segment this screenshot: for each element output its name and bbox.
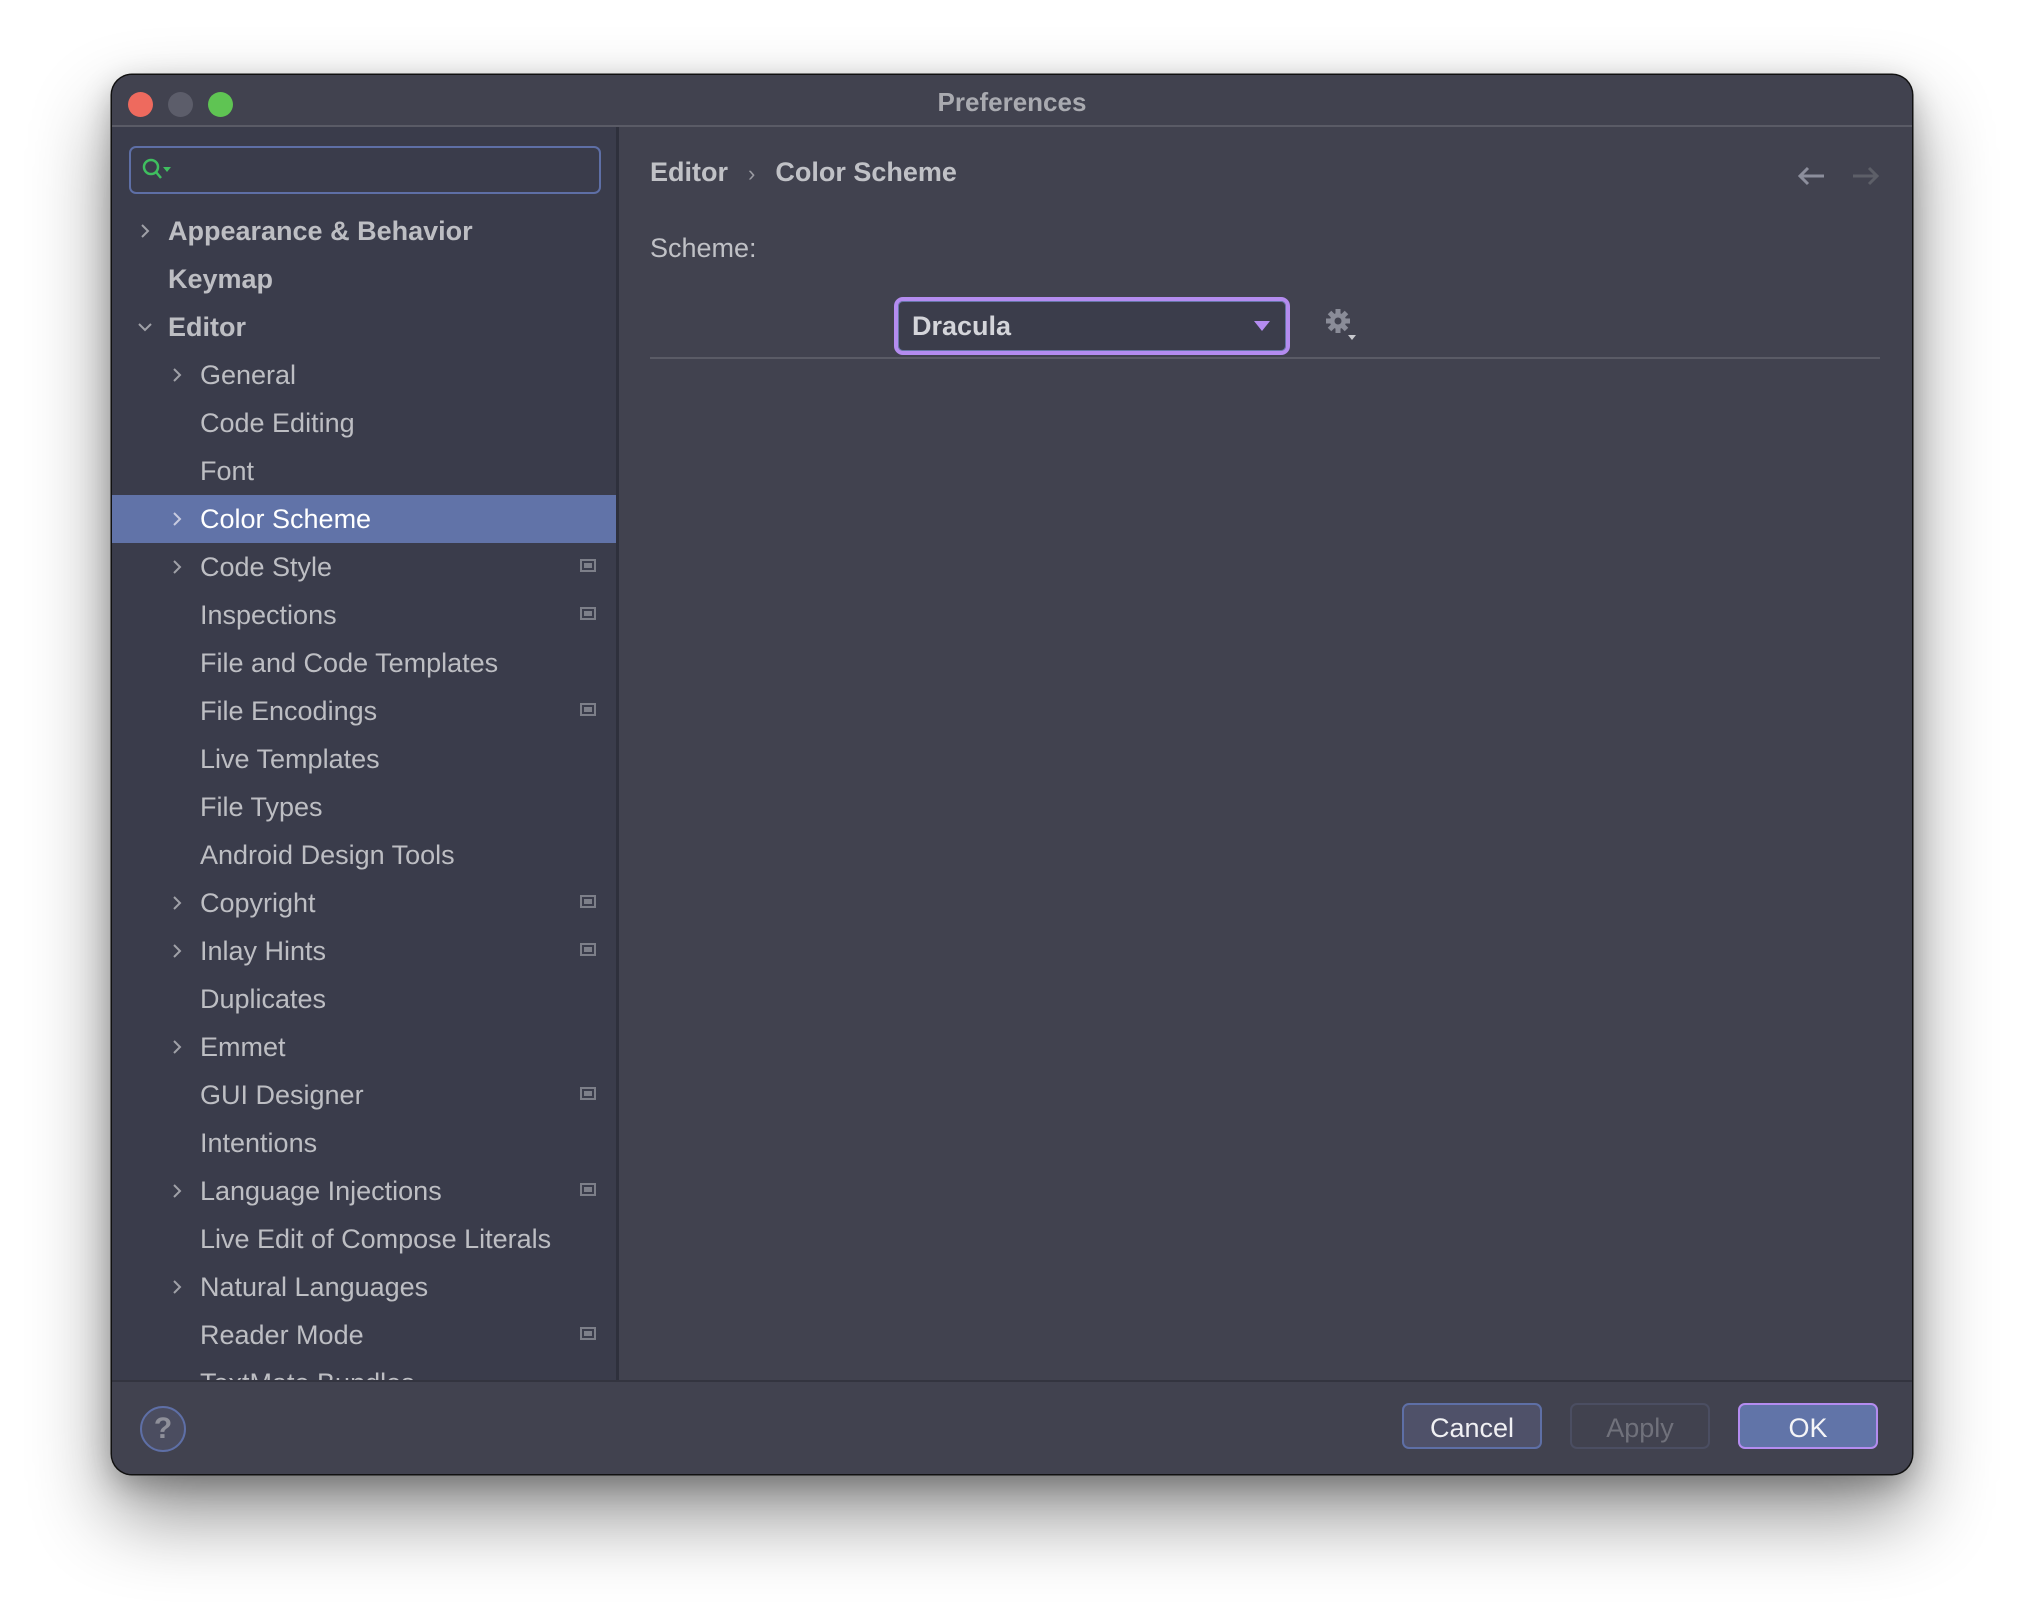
tree-item-label: Duplicates	[200, 984, 327, 1014]
tree-item-label: File Types	[200, 792, 323, 822]
tree-item-natural-languages[interactable]: Natural Languages	[112, 1263, 616, 1311]
preferences-window: Preferences Appearance & Behavior Keymap E…	[112, 75, 1912, 1474]
search-icon[interactable]	[141, 157, 177, 183]
tree-item-reader-mode[interactable]: Reader Mode	[112, 1311, 616, 1359]
tree-item-label: Android Design Tools	[200, 840, 455, 870]
tree-item-code-style[interactable]: Code Style	[112, 543, 616, 591]
ok-button[interactable]: OK	[1738, 1403, 1878, 1449]
window-title: Preferences	[937, 87, 1087, 117]
chevron-right-icon[interactable]	[136, 222, 154, 240]
tree-item-label: Live Edit of Compose Literals	[200, 1224, 552, 1254]
title-bar: Preferences	[112, 75, 1912, 127]
chevron-right-icon[interactable]	[168, 366, 186, 384]
tree-item-code-editing[interactable]: Code Editing	[112, 399, 616, 447]
chevron-right-icon[interactable]	[168, 894, 186, 912]
tree-item-label: Font	[200, 456, 255, 486]
tree-item-emmet[interactable]: Emmet	[112, 1023, 616, 1071]
tree-item-label: Color Scheme	[200, 504, 372, 534]
tree-item-copyright[interactable]: Copyright	[112, 879, 616, 927]
project-level-icon	[580, 703, 596, 716]
tree-item-live-edit-of-compose-literals[interactable]: Live Edit of Compose Literals	[112, 1215, 616, 1263]
tree-item-label: TextMate Bundles	[200, 1359, 415, 1382]
tree-item-label: Editor	[168, 312, 246, 342]
tree-item-label: Keymap	[168, 264, 274, 294]
chevron-right-icon[interactable]	[168, 510, 186, 528]
tree-item-label: Copyright	[200, 888, 316, 918]
tree-item-label: Appearance & Behavior	[168, 216, 473, 246]
breadcrumb-separator: ›	[748, 161, 756, 186]
tree-item-appearance-and-behavior[interactable]: Appearance & Behavior	[112, 207, 616, 255]
project-level-icon	[580, 1327, 596, 1340]
scheme-dropdown[interactable]: Dracula	[894, 297, 1290, 355]
tree-item-general[interactable]: General	[112, 351, 616, 399]
tree-item-label: GUI Designer	[200, 1080, 364, 1110]
project-level-icon	[580, 1087, 596, 1100]
back-arrow-icon[interactable]	[1797, 165, 1827, 187]
tree-item-label: Code Editing	[200, 408, 355, 438]
chevron-right-icon[interactable]	[168, 942, 186, 960]
tree-item-font[interactable]: Font	[112, 447, 616, 495]
chevron-right-icon[interactable]	[168, 558, 186, 576]
tree-item-live-templates[interactable]: Live Templates	[112, 735, 616, 783]
tree-item-label: Inspections	[200, 600, 337, 630]
breadcrumb-item-color-scheme: Color Scheme	[775, 157, 957, 187]
tree-item-gui-designer[interactable]: GUI Designer	[112, 1071, 616, 1119]
tree-item-file-encodings[interactable]: File Encodings	[112, 687, 616, 735]
project-level-icon	[580, 559, 596, 572]
settings-sidebar: Appearance & Behavior Keymap Editor General…	[112, 127, 619, 1382]
tree-item-color-scheme[interactable]: Color Scheme	[112, 495, 616, 543]
tree-item-textmate-bundles[interactable]: TextMate Bundles	[112, 1359, 616, 1382]
tree-item-file-types[interactable]: File Types	[112, 783, 616, 831]
project-level-icon	[580, 895, 596, 908]
tree-item-file-and-code-templates[interactable]: File and Code Templates	[112, 639, 616, 687]
tree-item-label: Code Style	[200, 552, 333, 582]
tree-item-inspections[interactable]: Inspections	[112, 591, 616, 639]
tree-item-label: Inlay Hints	[200, 936, 327, 966]
settings-tree: Appearance & Behavior Keymap Editor General…	[112, 207, 616, 1382]
tree-item-android-design-tools[interactable]: Android Design Tools	[112, 831, 616, 879]
dialog-footer: ? Cancel Apply OK	[112, 1380, 1912, 1474]
help-button[interactable]: ?	[140, 1406, 186, 1452]
breadcrumb-item-editor[interactable]: Editor	[650, 157, 728, 187]
tree-item-label: Intentions	[200, 1128, 318, 1158]
forward-arrow-icon[interactable]	[1850, 165, 1880, 187]
tree-item-label: Live Templates	[200, 744, 380, 774]
tree-item-label: Natural Languages	[200, 1272, 429, 1302]
scheme-label: Scheme:	[650, 233, 757, 263]
chevron-down-icon	[1254, 321, 1270, 331]
chevron-down-icon[interactable]	[136, 318, 154, 336]
gear-icon[interactable]	[1324, 307, 1358, 343]
tree-item-duplicates[interactable]: Duplicates	[112, 975, 616, 1023]
tree-item-intentions[interactable]: Intentions	[112, 1119, 616, 1167]
tree-item-label: Reader Mode	[200, 1320, 364, 1350]
tree-item-label: File Encodings	[200, 696, 378, 726]
tree-item-editor[interactable]: Editor	[112, 303, 616, 351]
project-level-icon	[580, 607, 596, 620]
project-level-icon	[580, 1183, 596, 1196]
project-level-icon	[580, 943, 596, 956]
chevron-right-icon[interactable]	[168, 1038, 186, 1056]
tree-item-inlay-hints[interactable]: Inlay Hints	[112, 927, 616, 975]
chevron-right-icon[interactable]	[168, 1182, 186, 1200]
settings-content-panel: Editor › Color Scheme Scheme: Dracula	[619, 127, 1912, 1382]
chevron-right-icon[interactable]	[168, 1278, 186, 1296]
breadcrumb: Editor › Color Scheme	[650, 157, 957, 188]
tree-item-keymap[interactable]: Keymap	[112, 255, 616, 303]
tree-item-label: File and Code Templates	[200, 648, 499, 678]
scheme-separator	[650, 357, 1880, 359]
apply-button[interactable]: Apply	[1570, 1403, 1710, 1449]
tree-item-language-injections[interactable]: Language Injections	[112, 1167, 616, 1215]
tree-item-label: Emmet	[200, 1032, 286, 1062]
settings-search-input[interactable]	[129, 146, 601, 194]
scheme-dropdown-value: Dracula	[912, 311, 1012, 341]
tree-item-label: General	[200, 360, 297, 390]
tree-item-label: Language Injections	[200, 1176, 442, 1206]
cancel-button[interactable]: Cancel	[1402, 1403, 1542, 1449]
